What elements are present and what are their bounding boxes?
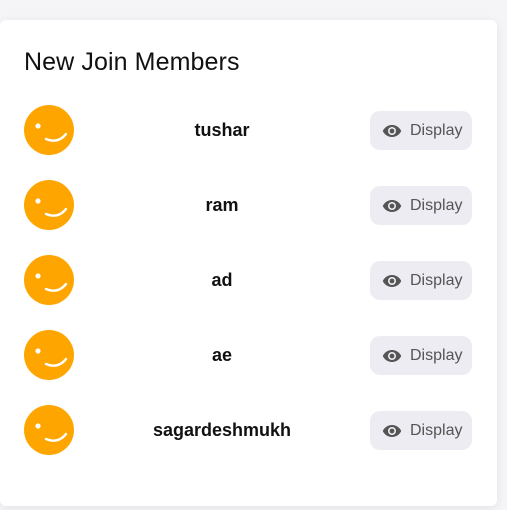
member-list: tushar Display ram Display ad Display ae… [0,105,497,480]
member-name: ae [211,345,233,365]
member-row: sagardeshmukh Display [0,405,497,480]
member-row: tushar Display [0,105,497,180]
display-button[interactable]: Display [370,111,472,150]
eye-icon [382,199,402,213]
display-button-label: Display [410,271,463,289]
display-button[interactable]: Display [370,411,472,450]
smiley-face-icon [24,255,74,305]
member-row: ad Display [0,255,497,330]
eye-icon [382,424,402,438]
card-title: New Join Members [24,48,240,76]
member-name: tushar [194,120,250,140]
eye-icon [382,274,402,288]
member-name: ram [205,195,239,215]
smiley-face-icon [24,405,74,455]
eye-icon [382,124,402,138]
member-name: sagardeshmukh [152,420,292,440]
eye-icon [382,349,402,363]
new-members-card: New Join Members tushar Display ram Disp… [0,20,497,506]
member-row: ae Display [0,330,497,405]
member-row: ram Display [0,180,497,255]
smiley-face-icon [24,330,74,380]
display-button[interactable]: Display [370,186,472,225]
display-button-label: Display [410,421,463,439]
display-button[interactable]: Display [370,336,472,375]
display-button-label: Display [410,196,463,214]
smiley-face-icon [24,180,74,230]
display-button-label: Display [410,346,463,364]
display-button[interactable]: Display [370,261,472,300]
display-button-label: Display [410,121,463,139]
smiley-face-icon [24,105,74,155]
member-name: ad [211,270,233,290]
